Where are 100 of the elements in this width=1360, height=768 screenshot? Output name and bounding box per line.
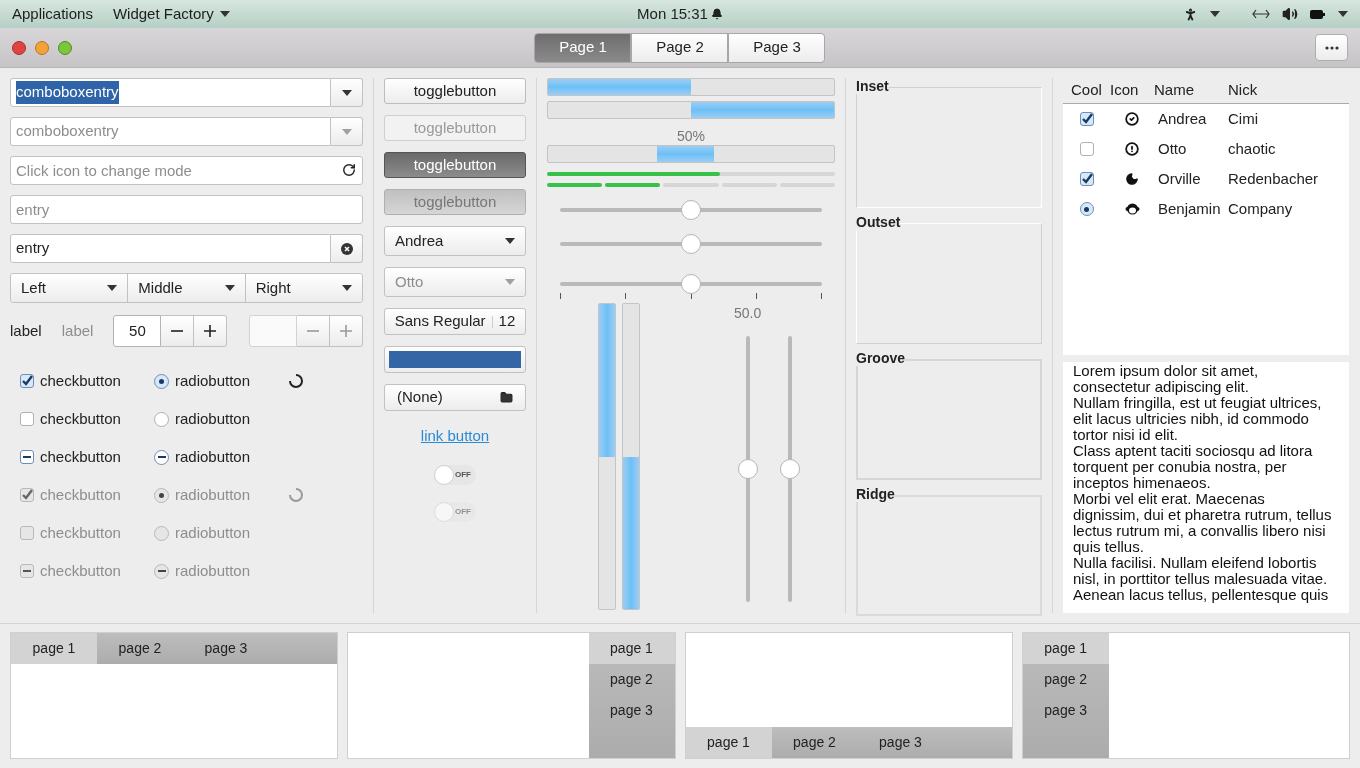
radio-label: radiobutton — [175, 522, 251, 543]
spin-button-field[interactable]: 50 — [113, 315, 162, 347]
clear-button[interactable] — [331, 234, 363, 263]
notebook-tab[interactable]: page 3 — [183, 633, 269, 664]
frame-label: Outset — [856, 214, 901, 230]
check-circle-icon — [1125, 112, 1139, 126]
column-header[interactable]: Nick — [1228, 79, 1349, 102]
toggle-switch[interactable]: OFF — [434, 464, 476, 485]
radio-button[interactable] — [154, 449, 169, 465]
alert-icon — [1125, 142, 1139, 156]
top-bar-menu[interactable]: Widget Factory — [112, 2, 230, 26]
dropdown-button[interactable] — [331, 78, 363, 107]
progress-text: 50% — [676, 127, 706, 145]
checkbox[interactable] — [1079, 112, 1094, 126]
close-button[interactable] — [12, 40, 26, 55]
plus-icon — [340, 325, 352, 337]
radio-label: radiobutton — [175, 484, 251, 505]
paragraph: Nulla facilisi. Nullam eleifend lobortis nisl, in porttitor tellus malesuada vitae. Aenean lacus tellus, pellentesque quis — [1073, 555, 1330, 603]
radio-label: radiobutton — [175, 370, 251, 391]
paragraph: Nullam fringilla, est ut feugiat ultrices, elit lacus ultricies nibh, id commodo tortor nisi id elit. — [1073, 395, 1323, 443]
caret-icon — [219, 11, 230, 17]
refresh-icon[interactable] — [342, 163, 356, 177]
page-tab[interactable]: Page 3 — [728, 32, 826, 63]
table-cell-text: Orville — [1157, 168, 1202, 189]
checkbox[interactable] — [20, 450, 34, 464]
column-header[interactable]: Name — [1154, 79, 1228, 102]
network-icon[interactable] — [1252, 9, 1270, 19]
moon-icon — [1125, 172, 1139, 186]
notebook-tab[interactable]: page 3 — [857, 727, 944, 758]
page-tab[interactable]: Page 1 — [534, 32, 632, 63]
slider-thumb[interactable] — [681, 200, 701, 220]
entry-field[interactable]: entry — [10, 195, 363, 224]
radio-label: radiobutton — [175, 408, 251, 429]
volume-icon[interactable] — [1282, 6, 1298, 22]
bell-icon — [710, 8, 723, 20]
checkbox[interactable] — [1079, 142, 1094, 156]
checkbox[interactable] — [1079, 172, 1094, 186]
font-button[interactable]: Sans Regular 12 — [384, 308, 526, 335]
notebook-tab[interactable]: page 3 — [1022, 695, 1109, 726]
notebook-tab[interactable]: page 2 — [588, 664, 675, 695]
slider-value: 50.0 — [734, 304, 762, 323]
entry-field[interactable]: entry — [10, 234, 331, 263]
radio-label: radiobutton — [175, 446, 251, 467]
slider-thumb[interactable] — [681, 274, 701, 294]
checkbox-label: checkbutton — [40, 370, 121, 391]
table-cell-text: Redenbacher — [1228, 168, 1320, 189]
label-text: label — [61, 320, 94, 341]
notebook-tab[interactable]: page 1 — [685, 727, 772, 758]
file-chooser-button[interactable]: (None) — [384, 384, 526, 411]
increment-button[interactable] — [194, 315, 228, 347]
spinner-icon — [288, 373, 304, 389]
checkbox[interactable] — [20, 374, 34, 388]
entry-field[interactable]: Click icon to change mode — [10, 156, 363, 185]
notebook-tab[interactable]: page 2 — [771, 727, 858, 758]
table-cell-text: Company — [1228, 198, 1294, 219]
toggle-button[interactable]: togglebutton — [384, 152, 526, 178]
checkbox[interactable] — [20, 412, 34, 426]
label-text: label — [10, 320, 42, 341]
font-name: Sans Regular — [394, 311, 486, 332]
battery-icon[interactable] — [1310, 9, 1326, 19]
checkbox-label: checkbutton — [40, 522, 121, 543]
caret-icon — [505, 238, 515, 244]
font-size: 12 — [498, 311, 516, 332]
combo-box[interactable]: Right — [244, 274, 362, 302]
table-cell-text: Benjamin — [1157, 198, 1222, 219]
slider-thumb[interactable] — [780, 459, 800, 479]
color-button[interactable] — [384, 346, 526, 373]
clock[interactable]: Mon 15:31 — [637, 2, 708, 26]
decrement-button[interactable] — [161, 315, 195, 347]
combo-entry-field[interactable]: comboboxentry — [10, 78, 331, 107]
column-header[interactable]: Cool — [1063, 79, 1110, 102]
accessibility-icon[interactable] — [1183, 6, 1198, 22]
notebook-tab[interactable]: page 2 — [97, 633, 183, 664]
combo-box[interactable]: Left — [11, 274, 128, 302]
caret-icon — [1210, 11, 1220, 17]
notebook-tab[interactable]: page 2 — [1022, 664, 1109, 695]
checkbox-label: checkbutton — [40, 408, 121, 429]
table-cell-text: chaotic — [1228, 138, 1277, 159]
notebook-tab[interactable]: page 1 — [1022, 633, 1109, 664]
radio-button[interactable] — [1079, 202, 1094, 216]
slider-thumb[interactable] — [738, 459, 758, 479]
combo-box[interactable]: Middle — [127, 274, 245, 302]
slider-thumb[interactable] — [681, 234, 701, 254]
paragraph: Class aptent taciti sociosqu ad litora torquent per conubia nostra, per inceptos himenaeos. — [1073, 443, 1314, 491]
radio-button[interactable] — [154, 373, 169, 389]
toggle-button[interactable]: togglebutton — [384, 78, 526, 104]
notebook-tab[interactable]: page 1 — [11, 633, 97, 664]
combo-box[interactable]: Andrea — [384, 226, 526, 256]
page-tab[interactable]: Page 2 — [631, 32, 729, 63]
notebook-tab[interactable]: page 3 — [588, 695, 675, 726]
notebook-tab[interactable]: page 1 — [588, 633, 675, 664]
paragraph: Lorem ipsum dolor sit amet, consectetur adipiscing elit. — [1073, 363, 1260, 395]
column-header[interactable]: Icon — [1110, 79, 1154, 102]
radio-button[interactable] — [154, 411, 169, 427]
top-bar-menu[interactable]: Applications — [12, 2, 93, 26]
caret-icon — [505, 279, 515, 285]
radio-label: radiobutton — [175, 560, 251, 581]
animal-head-icon — [1124, 202, 1140, 216]
folder-icon — [500, 391, 513, 404]
caret-icon — [107, 285, 118, 291]
